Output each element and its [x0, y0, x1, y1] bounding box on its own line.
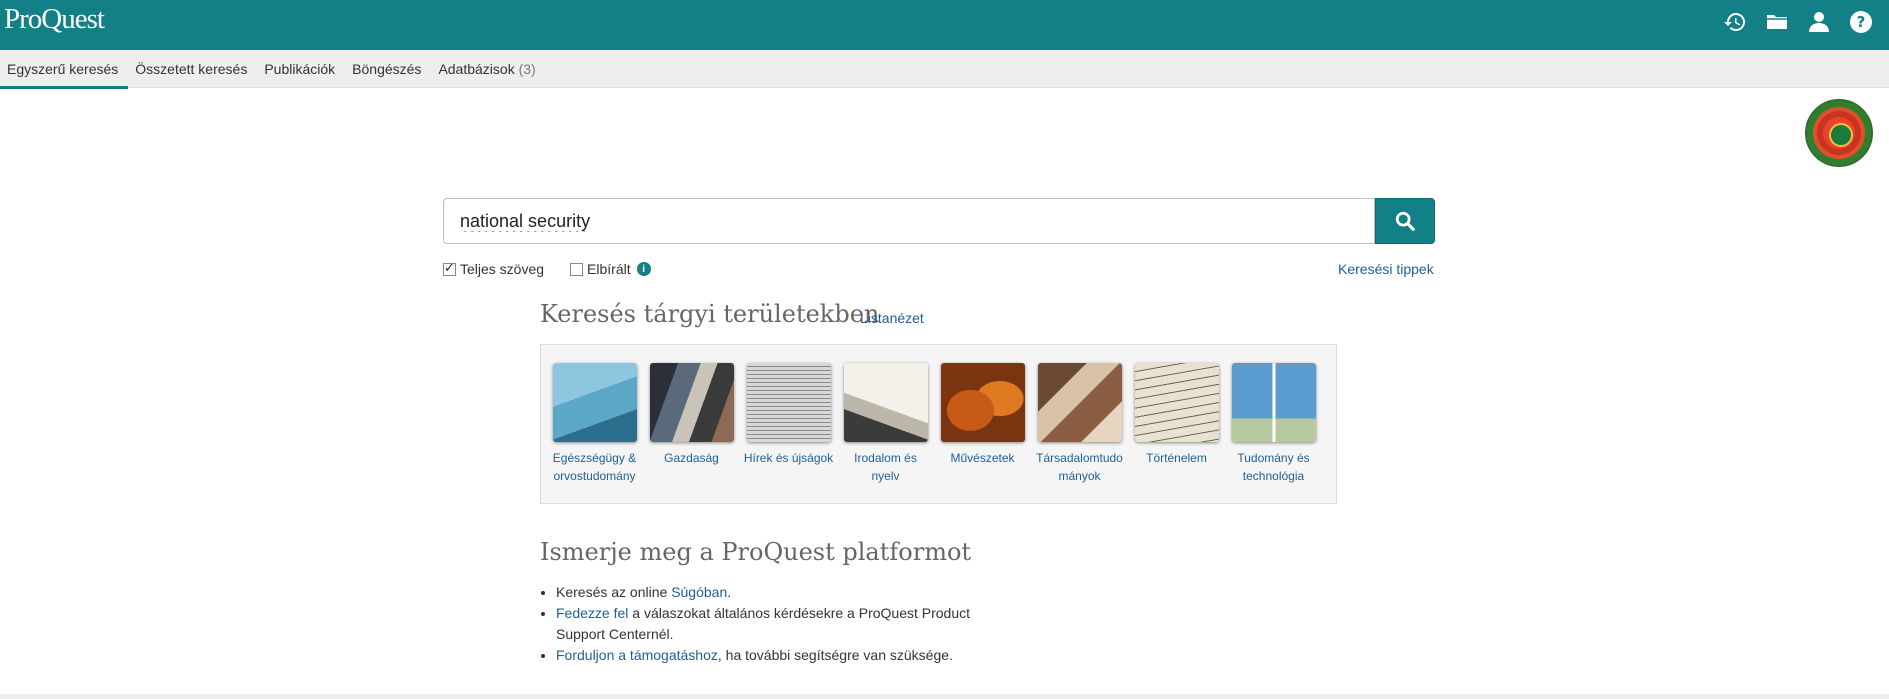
subject-thumbnail — [746, 363, 831, 442]
subject-thumbnail — [843, 363, 928, 442]
subject-thumbnail — [552, 363, 637, 442]
history-icon[interactable] — [1721, 8, 1749, 36]
proquest-logo[interactable]: ProQuest — [4, 3, 105, 36]
top-icon-group: ? — [1721, 8, 1875, 36]
tab-basic-search[interactable]: Egyszerű keresés — [0, 50, 129, 89]
contact-support-link[interactable]: Forduljon a támogatáshoz — [556, 647, 718, 663]
folder-icon[interactable] — [1763, 8, 1791, 36]
subject-areas-panel: Egészségügy & orvostudomány Gazdaság Híre… — [540, 344, 1337, 504]
list-view-link[interactable]: Listanézet — [860, 310, 924, 326]
tab-browse[interactable]: Böngészés — [345, 50, 431, 88]
tab-advanced-search[interactable]: Összetett keresés — [128, 50, 257, 88]
list-item: Forduljon a támogatáshoz, ha további seg… — [556, 645, 996, 666]
subject-social-sciences[interactable]: Társadalomtudo mányok — [1031, 363, 1128, 485]
full-text-checkbox[interactable] — [443, 260, 456, 276]
subject-thumbnail — [1037, 363, 1122, 442]
subject-thumbnail — [1134, 363, 1219, 442]
subject-areas-title: Keresés tárgyi területekben — [540, 300, 880, 328]
search-input[interactable] — [443, 198, 1375, 244]
explore-link[interactable]: Fedezze fel — [556, 605, 628, 621]
platform-title: Ismerje meg a ProQuest platformot — [540, 538, 972, 566]
search-bar — [443, 198, 1435, 244]
subject-economy[interactable]: Gazdaság — [643, 363, 740, 467]
search-tips-link[interactable]: Keresési tippek — [1338, 261, 1434, 277]
tab-publications[interactable]: Publikációk — [257, 50, 345, 88]
subject-history[interactable]: Történelem — [1128, 363, 1225, 467]
subject-science-technology[interactable]: Tudomány és technológia — [1225, 363, 1322, 485]
database-count: (3) — [518, 61, 536, 77]
subject-thumbnail — [649, 363, 734, 442]
top-bar: ProQuest ? — [0, 0, 1889, 50]
search-options: Teljes szöveg Elbírált i — [443, 260, 677, 277]
tab-databases[interactable]: Adatbázisok (3) — [431, 50, 545, 88]
subject-thumbnail — [940, 363, 1025, 442]
svg-text:?: ? — [1857, 13, 1866, 31]
subject-news[interactable]: Hírek és újságok — [740, 363, 837, 467]
subject-arts[interactable]: Művészetek — [934, 363, 1031, 467]
help-link[interactable]: Súgóban — [671, 584, 727, 600]
list-item: Fedezze fel a válaszokat általános kérdé… — [556, 603, 996, 645]
subject-health[interactable]: Egészségügy & orvostudomány — [546, 363, 643, 485]
subject-thumbnail — [1231, 363, 1316, 442]
subject-literature[interactable]: Irodalom és nyelv — [837, 363, 934, 485]
info-icon[interactable]: i — [636, 262, 651, 276]
institution-seal — [1805, 99, 1873, 167]
platform-info-list: Keresés az online Súgóban. Fedezze fel a… — [556, 582, 996, 666]
full-text-option[interactable]: Teljes szöveg — [443, 260, 544, 277]
search-button[interactable] — [1375, 198, 1435, 244]
search-icon — [1395, 211, 1415, 231]
peer-reviewed-option[interactable]: Elbírált i — [570, 261, 651, 277]
user-icon[interactable] — [1805, 8, 1833, 36]
peer-reviewed-checkbox[interactable] — [570, 262, 584, 276]
help-icon[interactable]: ? — [1847, 8, 1875, 36]
list-item: Keresés az online Súgóban. — [556, 582, 996, 603]
main-nav: Egyszerű keresés Összetett keresés Publi… — [0, 50, 1889, 89]
footer-divider — [0, 694, 1889, 699]
